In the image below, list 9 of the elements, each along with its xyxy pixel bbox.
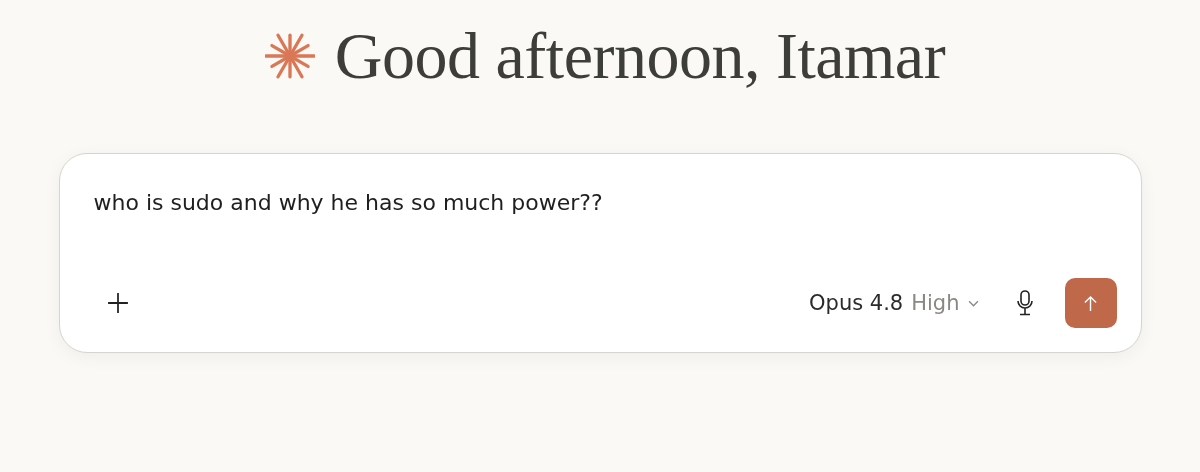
microphone-icon — [1014, 290, 1035, 316]
chevron-down-icon — [967, 299, 979, 307]
send-button[interactable] — [1064, 278, 1117, 328]
greeting-heading: Good afternoon, Itamar — [334, 18, 946, 94]
asterisk-logo-icon — [264, 31, 315, 81]
plus-icon — [106, 292, 129, 314]
model-selector[interactable]: Opus 4.8 High — [809, 291, 979, 315]
arrow-up-icon — [1083, 294, 1098, 312]
message-input[interactable]: who is sudo and why he has so much power?? — [93, 190, 1117, 215]
